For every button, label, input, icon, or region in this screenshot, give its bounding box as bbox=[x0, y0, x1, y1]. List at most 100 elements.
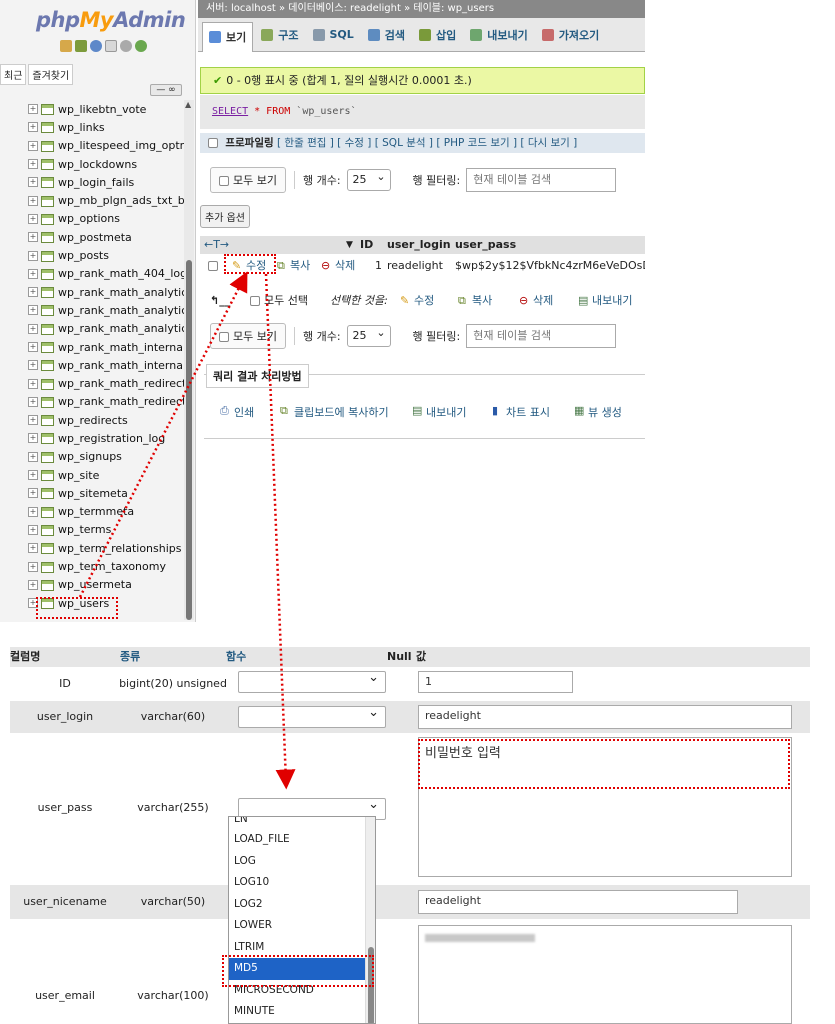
sidebar-item-table[interactable]: +wp_rank_math_analytics_ bbox=[28, 320, 184, 338]
sidebar-scrollbar[interactable]: ▲ bbox=[184, 100, 194, 620]
tab-6[interactable]: 가져오기 bbox=[536, 24, 605, 46]
bulk-export-button[interactable]: 내보내기 bbox=[592, 290, 632, 312]
phpmyadmin-logo[interactable]: phpMyAdmin bbox=[36, 8, 186, 32]
edit-link[interactable]: 수정 bbox=[246, 256, 266, 276]
sidebar-item-table[interactable]: + wp_rank_math_redirectic bbox=[28, 393, 184, 411]
function-option[interactable]: LN bbox=[229, 817, 375, 829]
sidebar-item-table[interactable]: + wp_rank_math_redirectic bbox=[28, 374, 184, 392]
expand-icon[interactable]: + bbox=[28, 287, 38, 298]
expand-icon[interactable]: + bbox=[28, 195, 38, 206]
expand-icon[interactable]: + bbox=[28, 268, 38, 279]
show-all-checkbox[interactable] bbox=[219, 332, 229, 342]
export-button[interactable]: 내보내기 bbox=[426, 404, 466, 420]
select-all-checkbox[interactable] bbox=[250, 296, 260, 306]
tab-recent[interactable]: 최근 bbox=[0, 64, 27, 85]
collapse-link-icon[interactable]: — ∞ bbox=[150, 84, 182, 96]
show-all-button[interactable]: 모두 보기 bbox=[210, 323, 286, 349]
extra-options-button[interactable]: 추가 옵션 bbox=[200, 205, 250, 228]
sidebar-item-table[interactable]: + wp_signups bbox=[28, 448, 184, 466]
tab-4[interactable]: 삽입 bbox=[413, 24, 462, 46]
expand-icon[interactable]: + bbox=[28, 342, 38, 352]
scroll-up-icon[interactable]: ▲ bbox=[185, 100, 191, 109]
expand-icon[interactable]: + bbox=[28, 470, 38, 481]
show-all-button[interactable]: 모두 보기 bbox=[210, 167, 286, 193]
value-input-user-login[interactable]: readelight bbox=[418, 705, 792, 729]
tab-5[interactable]: 내보내기 bbox=[464, 24, 533, 46]
expand-icon[interactable]: + bbox=[28, 305, 38, 316]
function-option[interactable]: MINUTE bbox=[229, 1001, 375, 1023]
row-count-select[interactable]: 25 bbox=[346, 167, 391, 191]
bulk-delete-button[interactable]: 삭제 bbox=[533, 290, 553, 312]
sidebar-item-table[interactable]: + wp_rank_math_internal_l bbox=[28, 338, 184, 356]
expand-icon[interactable]: + bbox=[28, 122, 38, 133]
sidebar-item-table[interactable]: + wp_redirects bbox=[28, 411, 184, 429]
sidebar-item-table[interactable]: + wp_lockdowns bbox=[28, 155, 184, 173]
sidebar-item-table[interactable]: + wp_sitemeta bbox=[28, 484, 184, 502]
sidebar-item-table[interactable]: + wp_likebtn_vote bbox=[28, 100, 184, 118]
bulk-copy-button[interactable]: 복사 bbox=[472, 290, 492, 312]
expand-icon[interactable]: + bbox=[28, 140, 38, 151]
sidebar-item-table[interactable]: + wp_rank_math_404_logs bbox=[28, 265, 184, 283]
exit-icon[interactable] bbox=[75, 40, 87, 52]
function-option[interactable]: LTRIM bbox=[229, 937, 375, 959]
sidebar-item-table[interactable]: + wp_login_fails bbox=[28, 173, 184, 191]
sidebar-item-table[interactable]: + wp_termmeta bbox=[28, 503, 184, 521]
row-filter-input[interactable]: 현재 테이블 검색 bbox=[466, 324, 617, 348]
value-input-user-nicename[interactable]: readelight bbox=[418, 890, 738, 914]
expand-icon[interactable]: + bbox=[28, 213, 38, 224]
function-option[interactable]: MICROSECOND bbox=[229, 980, 375, 1002]
tab-0[interactable]: 보기 bbox=[202, 21, 254, 52]
expand-icon[interactable]: + bbox=[28, 488, 38, 499]
sidebar-item-table[interactable]: + wp_usermeta bbox=[28, 576, 184, 594]
sidebar-item-table[interactable]: + wp_postmeta bbox=[28, 228, 184, 246]
tab-1[interactable]: 구조 bbox=[255, 24, 304, 46]
expand-icon[interactable]: + bbox=[28, 598, 38, 609]
tab-2[interactable]: SQL bbox=[307, 25, 360, 44]
function-option[interactable]: LOG2 bbox=[229, 894, 375, 916]
function-option[interactable]: MD5 bbox=[229, 958, 375, 980]
expand-icon[interactable]: + bbox=[28, 104, 38, 115]
sidebar-item-table[interactable]: +wp_rank_math_analytics_ bbox=[28, 283, 184, 301]
sidebar-item-table[interactable]: + wp_links bbox=[28, 118, 184, 136]
copy-link[interactable]: 복사 bbox=[290, 256, 310, 276]
row-checkbox[interactable] bbox=[208, 261, 218, 271]
value-textarea-user-pass[interactable]: 비밀번호 입력 bbox=[418, 737, 792, 877]
print-button[interactable]: 인쇄 bbox=[234, 404, 254, 420]
expand-icon[interactable]: + bbox=[28, 360, 38, 371]
sidebar-item-table[interactable]: + wp_rank_math_internal_r bbox=[28, 356, 184, 374]
function-dropdown-list[interactable]: LN LOAD_FILE LOG LOG10 LOG2 LOWER LTRIM MD5 MICR… bbox=[228, 816, 376, 1024]
function-option[interactable]: LOG10 bbox=[229, 872, 375, 894]
sidebar-item-table[interactable]: + wp_options bbox=[28, 210, 184, 228]
sidebar-item-table[interactable]: + wp_terms bbox=[28, 521, 184, 539]
function-select[interactable] bbox=[238, 705, 386, 728]
header-id[interactable]: ID bbox=[360, 236, 373, 254]
expand-icon[interactable]: + bbox=[28, 433, 38, 444]
profiling-checkbox[interactable] bbox=[208, 138, 218, 148]
delete-link[interactable]: 삭제 bbox=[335, 256, 355, 276]
expand-icon[interactable]: + bbox=[28, 561, 38, 572]
sidebar-item-table[interactable]: + wp_users bbox=[28, 594, 184, 612]
breadcrumb[interactable]: 서버: localhost » 데이터베이스: readelight » 테이블… bbox=[198, 0, 645, 18]
copy-to-clipboard-button[interactable]: 클립보드에 복사하기 bbox=[294, 404, 389, 420]
select-all-label[interactable]: 모두 선택 bbox=[264, 290, 308, 312]
tab-3[interactable]: 검색 bbox=[362, 24, 411, 46]
settings-icon[interactable] bbox=[120, 40, 132, 52]
function-option[interactable]: LOWER bbox=[229, 915, 375, 937]
function-select[interactable] bbox=[238, 670, 386, 693]
expand-icon[interactable]: + bbox=[28, 415, 38, 426]
sidebar-item-table[interactable]: + wp_posts bbox=[28, 246, 184, 264]
expand-icon[interactable]: + bbox=[28, 177, 38, 188]
scrollbar-thumb[interactable] bbox=[368, 947, 374, 1023]
scrollbar-thumb[interactable] bbox=[186, 260, 192, 620]
sidebar-item-table[interactable]: + wp_mb_plgn_ads_txt_bac bbox=[28, 191, 184, 209]
function-option[interactable]: LOAD_FILE bbox=[229, 829, 375, 851]
expand-icon[interactable]: + bbox=[28, 543, 38, 554]
query-action-links[interactable]: [ 한줄 편집 ] [ 수정 ] [ SQL 분석 ] [ PHP 코드 보기 … bbox=[277, 137, 577, 149]
expand-icon[interactable]: + bbox=[28, 506, 38, 517]
sidebar-item-table[interactable]: + wp_registration_log bbox=[28, 429, 184, 447]
row-count-select[interactable]: 25 bbox=[346, 323, 391, 347]
header-user-login[interactable]: user_login bbox=[387, 236, 451, 254]
header-user-pass[interactable]: user_pass bbox=[455, 236, 516, 254]
create-view-button[interactable]: 뷰 생성 bbox=[588, 404, 622, 420]
display-chart-button[interactable]: 차트 표시 bbox=[506, 404, 550, 420]
